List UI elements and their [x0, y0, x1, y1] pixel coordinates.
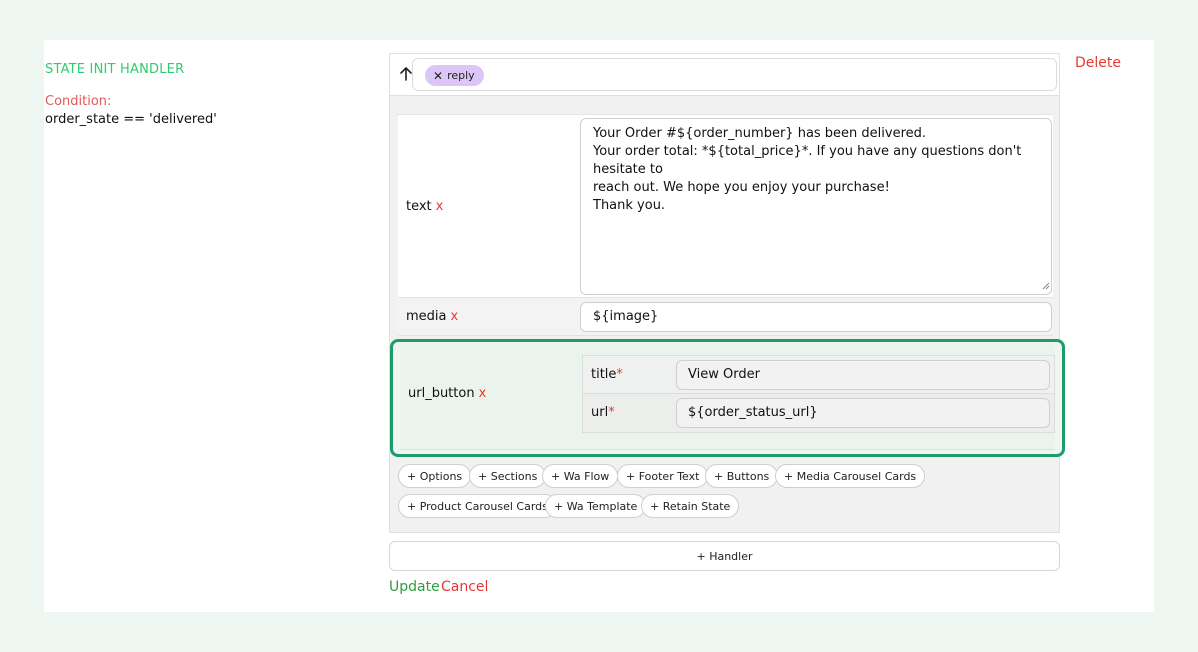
title-input[interactable]: View Order: [676, 360, 1050, 390]
add-wa-template-button[interactable]: + Wa Template: [545, 494, 647, 518]
remove-chip-icon[interactable]: ✕: [433, 70, 443, 82]
action-type-select[interactable]: ✕ reply: [412, 58, 1057, 91]
title-label: title*: [591, 367, 623, 382]
add-product-carousel-cards-button[interactable]: + Product Carousel Cards: [398, 494, 557, 518]
media-field-row: media x ${image}: [398, 298, 1053, 336]
title-row: title* View Order: [583, 356, 1054, 394]
media-input[interactable]: ${image}: [580, 302, 1052, 332]
handler-type-title: STATE INIT HANDLER: [45, 62, 185, 77]
url-label: url*: [591, 405, 615, 420]
add-buttons-button[interactable]: + Buttons: [705, 464, 779, 488]
remove-text-field-button[interactable]: x: [436, 199, 444, 214]
url-button-label-text: url_button: [408, 386, 475, 401]
media-field-label: media x: [406, 309, 458, 324]
url-button-section: url_button x title* View Order url* ${or…: [390, 339, 1065, 457]
add-footer-text-button[interactable]: + Footer Text: [617, 464, 709, 488]
add-media-carousel-cards-button[interactable]: + Media Carousel Cards: [775, 464, 926, 488]
required-star: *: [616, 367, 623, 382]
reply-chip: ✕ reply: [425, 65, 484, 86]
url-button-row: url_button x title* View Order url* ${or…: [400, 342, 1055, 450]
media-label: media: [406, 309, 447, 324]
remove-url-button-field-button[interactable]: x: [479, 386, 487, 401]
add-retain-state-button[interactable]: + Retain State: [641, 494, 740, 518]
title-label-text: title: [591, 367, 617, 382]
update-button[interactable]: Update: [389, 579, 440, 595]
handler-card: STATE INIT HANDLER Condition: order_stat…: [44, 40, 1154, 612]
url-button-subtable: title* View Order url* ${order_status_ur…: [582, 355, 1055, 433]
add-handler-button[interactable]: + Handler: [389, 541, 1060, 571]
reply-editor: ✕ reply text x Your Order #${order_number…: [389, 53, 1065, 533]
text-textarea[interactable]: Your Order #${order_number} has been del…: [580, 118, 1052, 295]
add-wa-flow-button[interactable]: + Wa Flow: [542, 464, 619, 488]
text-field-label: text x: [406, 199, 443, 214]
text-label: text: [406, 199, 432, 214]
url-input[interactable]: ${order_status_url}: [676, 398, 1050, 428]
app-frame: STATE INIT HANDLER Condition: order_stat…: [0, 0, 1198, 652]
condition-value: order_state == 'delivered': [45, 112, 217, 127]
editor-header: ✕ reply: [390, 54, 1059, 96]
delete-button[interactable]: Delete: [1075, 55, 1121, 71]
url-button-label: url_button x: [408, 386, 486, 401]
remove-media-field-button[interactable]: x: [451, 309, 459, 324]
cancel-button[interactable]: Cancel: [441, 579, 488, 595]
chip-label: reply: [447, 69, 475, 82]
arrow-up-icon[interactable]: [399, 66, 413, 82]
required-star: *: [608, 405, 615, 420]
url-label-text: url: [591, 405, 609, 420]
add-options-button[interactable]: + Options: [398, 464, 472, 488]
condition-label: Condition:: [45, 94, 112, 109]
text-field-row: text x Your Order #${order_number} has be…: [398, 114, 1053, 298]
resize-handle-icon[interactable]: [1042, 282, 1050, 290]
add-sections-button[interactable]: + Sections: [469, 464, 547, 488]
url-row: url* ${order_status_url}: [583, 394, 1054, 432]
